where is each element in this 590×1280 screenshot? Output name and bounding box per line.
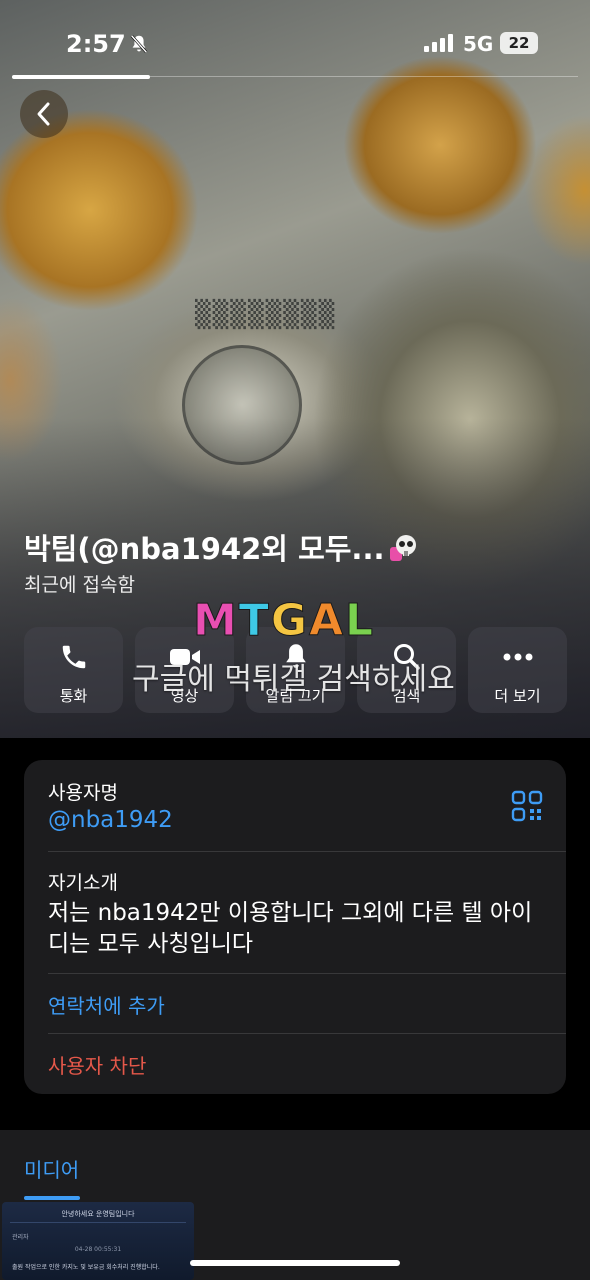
thumbnail-rule	[10, 1222, 186, 1223]
skull-emoji-icon	[390, 535, 416, 561]
divider	[48, 851, 566, 852]
username-label: 사용자명	[48, 782, 118, 804]
back-button[interactable]	[20, 90, 68, 138]
tab-media-indicator	[24, 1196, 80, 1200]
add-contact-button[interactable]: 연락처에 추가	[48, 990, 165, 1019]
media-section: 미디어 안녕하세요 운영팀입니다 관리자 04-28 00:55:31 출원 작…	[0, 1130, 590, 1280]
battery-indicator: 22	[500, 32, 538, 54]
watermark-letter: G	[270, 595, 309, 647]
media-thumbnail[interactable]: 안녕하세요 운영팀입니다 관리자 04-28 00:55:31 출원 작업으로 …	[2, 1202, 194, 1280]
thumbnail-date: 04-28 00:55:31	[74, 1246, 122, 1253]
last-seen-status: 최근에 접속함	[24, 574, 135, 596]
call-button[interactable]: 통화	[24, 627, 123, 713]
profile-name: 박팀(@nba1942외 모두...	[24, 532, 385, 566]
watermark-logo: MTGAL	[193, 595, 376, 647]
watermark-text: 구글에 먹튀갤 검색하세요	[132, 662, 455, 697]
home-indicator[interactable]	[190, 1260, 400, 1266]
bell-slash-icon	[130, 34, 148, 54]
tab-media[interactable]: 미디어	[24, 1154, 79, 1183]
watermark-letter: A	[308, 595, 345, 647]
more-button[interactable]: 더 보기	[468, 627, 567, 713]
network-type: 5G	[463, 32, 494, 56]
bio-label: 자기소개	[48, 872, 118, 894]
cellular-signal-icon	[424, 34, 453, 52]
thumbnail-body: 출원 작업으로 인한 카지노 및 보유금 회수처리 진행합니다.	[12, 1264, 160, 1271]
block-user-button[interactable]: 사용자 차단	[48, 1050, 146, 1079]
thumbnail-author: 관리자	[12, 1234, 29, 1241]
divider	[48, 1033, 566, 1034]
watermark-letter: M	[193, 595, 239, 647]
chevron-left-icon	[37, 102, 50, 126]
bio-text: 저는 nba1942만 이용합니다 그외에 다른 텔 아이디는 모두 사칭입니다	[48, 900, 533, 957]
thumbnail-title: 안녕하세요 운영팀입니다	[61, 1210, 135, 1218]
profile-info-card: 사용자명 @nba1942 자기소개 저는 nba1942만 이용합니다 그외에…	[24, 760, 566, 1094]
status-underline	[12, 75, 150, 79]
status-line	[150, 76, 578, 77]
watermark-letter: T	[238, 595, 271, 647]
call-label: 통화	[59, 687, 88, 705]
status-time: 2:57	[66, 30, 126, 58]
status-bar: 2:57 5G 22	[0, 0, 590, 90]
more-label: 더 보기	[494, 687, 541, 705]
username-link[interactable]: @nba1942	[48, 807, 173, 833]
watermark-letter: L	[344, 595, 376, 647]
qr-code-icon[interactable]	[511, 790, 543, 822]
phone-icon	[58, 641, 90, 673]
divider	[48, 973, 566, 974]
more-icon	[502, 641, 534, 673]
banknote-serial-decoration: ▒▒▒▒▒▒▒▒	[195, 300, 337, 330]
